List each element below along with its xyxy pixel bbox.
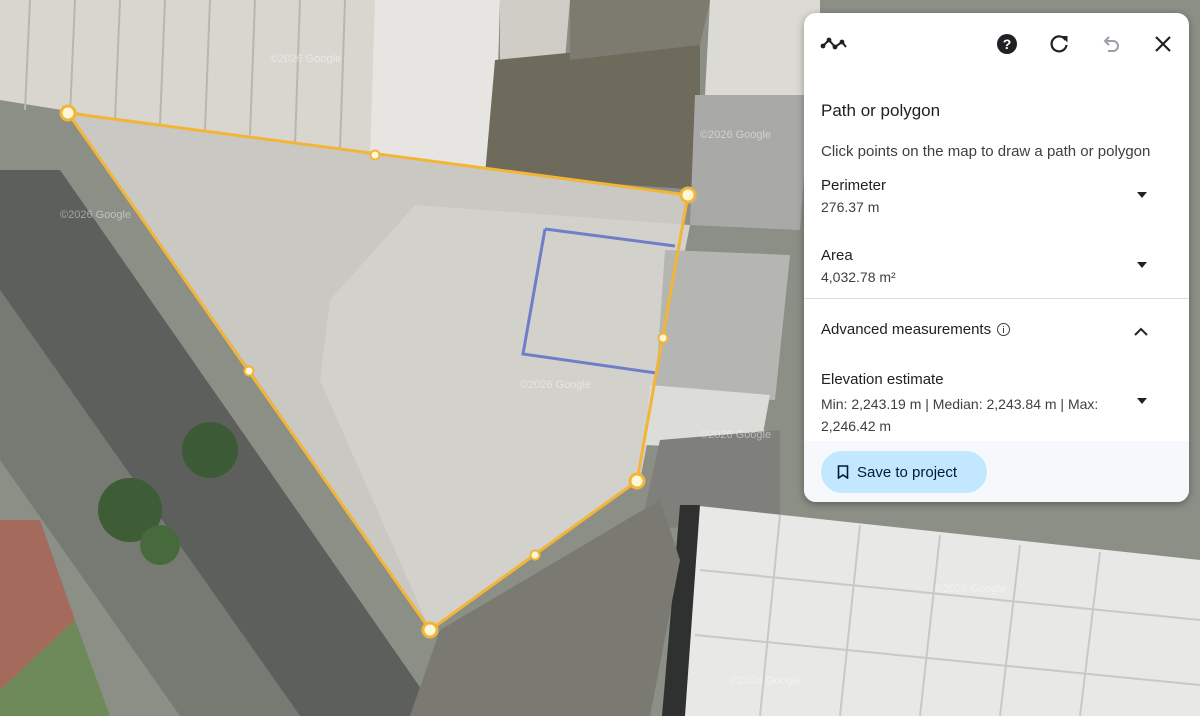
perimeter-row[interactable]: Perimeter 276.37 m: [804, 176, 1189, 226]
edge-midpoint[interactable]: [243, 365, 255, 377]
map-watermark: ©2026 Google: [270, 53, 341, 65]
dirt-lot: [485, 40, 700, 190]
save-to-project-button[interactable]: Save to project: [821, 451, 987, 493]
map-watermark: ©2026 Google: [935, 583, 1006, 595]
svg-text:?: ?: [1003, 36, 1012, 52]
advanced-measurements-header[interactable]: Advanced measurements: [821, 321, 1011, 338]
edge-midpoint[interactable]: [529, 549, 541, 561]
polygon-vertex[interactable]: [59, 104, 77, 122]
path-tool-icon[interactable]: [820, 30, 848, 58]
close-icon[interactable]: [1149, 30, 1177, 58]
chevron-down-icon[interactable]: [1137, 262, 1147, 268]
measurement-panel: ? Path or polygon Click points on the ma…: [804, 13, 1189, 502]
chevron-down-icon[interactable]: [1137, 398, 1147, 404]
warehouse-roof: [370, 0, 500, 170]
edge-midpoint[interactable]: [369, 149, 381, 161]
polygon-vertex[interactable]: [679, 186, 697, 204]
chevron-down-icon[interactable]: [1137, 192, 1147, 198]
building: [500, 0, 570, 60]
polygon-vertex[interactable]: [628, 472, 646, 490]
tree: [182, 422, 238, 478]
refresh-icon[interactable]: [1045, 30, 1073, 58]
tree: [140, 525, 180, 565]
map-watermark: ©2026 Google: [730, 675, 801, 687]
edge-midpoint[interactable]: [657, 332, 669, 344]
panel-toolbar: ?: [804, 13, 1189, 75]
area-value: 4,032.78 m²: [821, 269, 896, 285]
map-watermark: ©2026 Google: [700, 429, 771, 441]
panel-footer: Save to project: [804, 441, 1189, 502]
chevron-up-icon[interactable]: [1134, 324, 1148, 336]
map-watermark: ©2026 Google: [520, 379, 591, 391]
elevation-label: Elevation estimate: [821, 371, 944, 388]
panel-subtitle: Click points on the map to draw a path o…: [821, 143, 1151, 160]
panel-title: Path or polygon: [821, 101, 941, 120]
undo-icon[interactable]: [1097, 30, 1125, 58]
building: [690, 95, 810, 230]
advanced-measurements-label: Advanced measurements: [821, 321, 992, 338]
elevation-value: Min: 2,243.19 m | Median: 2,243.84 m | M…: [821, 396, 1099, 434]
map-watermark: ©2026 Google: [60, 209, 131, 221]
divider: [804, 298, 1189, 299]
perimeter-label: Perimeter: [821, 177, 887, 194]
info-icon[interactable]: [997, 323, 1011, 336]
area-label: Area: [821, 247, 853, 264]
save-to-project-label: Save to project: [857, 463, 958, 481]
area-row[interactable]: Area 4,032.78 m²: [804, 246, 1189, 296]
help-icon[interactable]: ?: [993, 30, 1021, 58]
perimeter-value: 276.37 m: [821, 199, 880, 215]
map-watermark: ©2026 Google: [700, 129, 771, 141]
bookmark-icon: [837, 465, 849, 479]
building: [705, 0, 820, 100]
polygon-vertex[interactable]: [421, 621, 439, 639]
